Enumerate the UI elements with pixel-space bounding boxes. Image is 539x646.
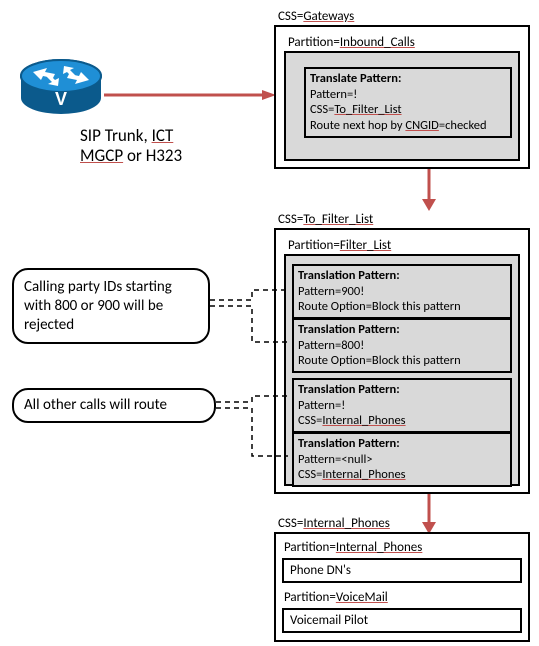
arrow-filter-to-phones [422, 494, 436, 534]
voicemail-pilot-box: Voicemail Pilot [282, 608, 522, 633]
css-internal-phones-box: CSS=Internal_Phones Partition=Internal_P… [274, 532, 530, 642]
connector-speech1 [210, 290, 288, 346]
translation-pattern-800: Translation Pattern: Pattern=800! Route … [292, 318, 512, 373]
partition-inbound-calls-box: Partition=Inbound_Calls Translate Patter… [284, 51, 520, 161]
partition-voicemail-label: Partition=VoiceMail [284, 590, 388, 605]
css-gateways-box: CSS=Gateways Partition=Inbound_Calls Tra… [274, 25, 530, 169]
speech-rejected: Calling party IDs starting with 800 or 9… [12, 268, 210, 344]
pattern-line: Pattern=! [310, 87, 357, 102]
arrow-gateways-to-filter [422, 169, 436, 211]
pattern-line: Route next hop by CNGID=checked [310, 118, 487, 133]
pattern-line: CSS=To_Filter_List [310, 102, 402, 117]
connector-speech2 [216, 396, 288, 464]
svg-text:V: V [55, 89, 67, 109]
speech-route: All other calls will route [12, 388, 216, 423]
translate-pattern-box: Translate Pattern: Pattern=! CSS=To_Filt… [304, 67, 512, 138]
partition-internal-phones-label: Partition=Internal_Phones [284, 540, 422, 555]
css-filter-label: CSS=To_Filter_List [278, 212, 373, 227]
trunk-type-label: SIP Trunk, ICT MGCP or H323 [80, 126, 182, 167]
phone-dns-box: Phone DN's [282, 558, 522, 583]
partition-inbound-calls-label: Partition=Inbound_Calls [288, 35, 415, 50]
partition-filter-list-label: Partition=Filter_List [288, 238, 391, 253]
router-icon: V [18, 58, 104, 118]
pattern-title: Translate Pattern: [310, 71, 401, 86]
css-internal-phones-label: CSS=Internal_Phones [278, 516, 390, 531]
css-filter-box: CSS=To_Filter_List Partition=Filter_List… [274, 228, 530, 494]
partition-filter-list-box: Partition=Filter_List Translation Patter… [284, 254, 520, 486]
arrow-router-to-gateways [104, 90, 276, 100]
translation-pattern-any: Translation Pattern: Pattern=! CSS=Inter… [292, 378, 512, 433]
css-gateways-label: CSS=Gateways [278, 9, 354, 24]
translation-pattern-900: Translation Pattern: Pattern=900! Route … [292, 264, 512, 319]
translation-pattern-null: Translation Pattern: Pattern=<null> CSS=… [292, 432, 512, 487]
